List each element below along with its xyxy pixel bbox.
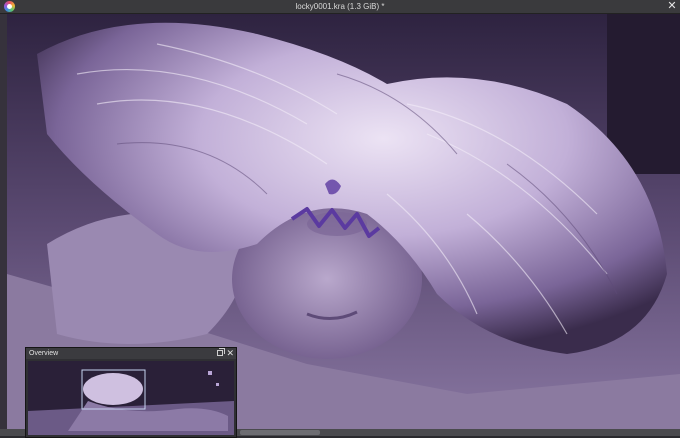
overview-docker: Overview ✕	[25, 347, 237, 438]
overview-title: Overview	[29, 350, 59, 357]
canvas-left-margin	[0, 14, 7, 436]
window-close-button[interactable]: ✕	[666, 0, 678, 13]
window-titlebar: locky0001.kra (1.3 GiB) * ✕	[0, 0, 680, 14]
float-docker-icon[interactable]	[217, 348, 225, 356]
overview-close-icon[interactable]: ✕	[226, 348, 234, 359]
overview-thumbnail[interactable]	[28, 361, 234, 435]
scrollbar-thumb[interactable]	[240, 430, 320, 435]
overview-titlebar[interactable]: Overview ✕	[26, 348, 236, 359]
window-title: locky0001.kra (1.3 GiB) *	[295, 2, 385, 11]
